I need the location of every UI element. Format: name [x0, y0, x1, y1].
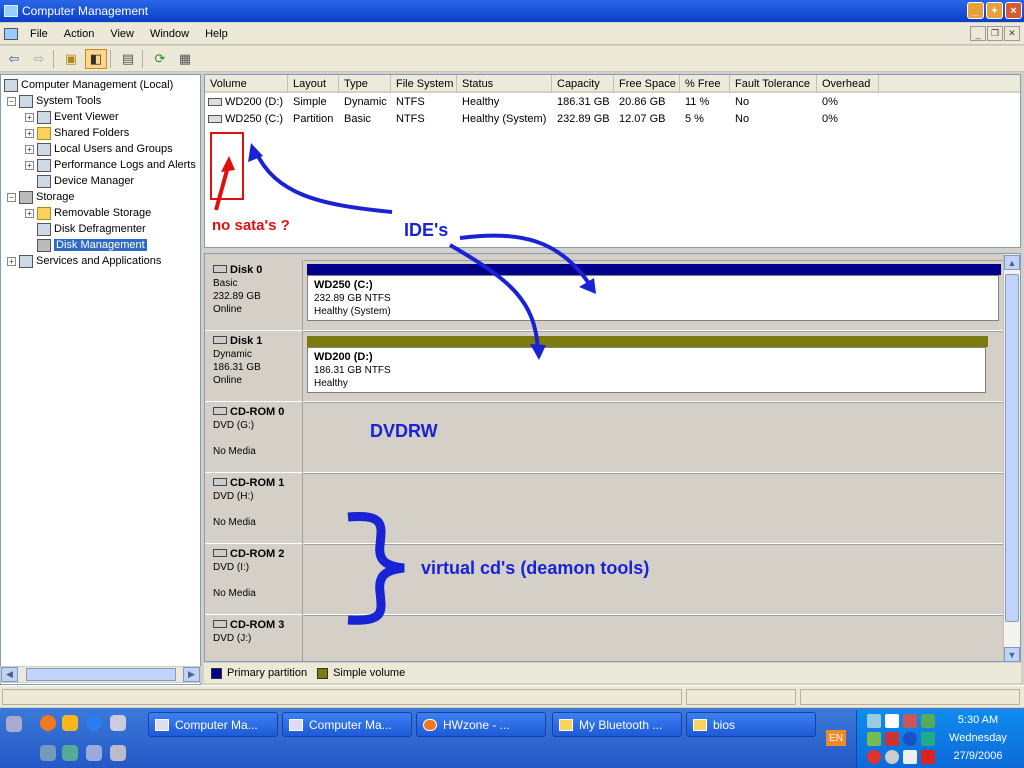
tray-icon-4[interactable] [921, 714, 935, 728]
blue-arrow-right [459, 233, 592, 287]
taskbar-item-bluetooth[interactable]: My Bluetooth ... [552, 712, 682, 737]
quicklaunch-icon-2[interactable] [62, 715, 78, 731]
annotation-dvdrw: DVDRW [370, 421, 438, 441]
annotation-no-sata: no sata's ? [212, 217, 290, 234]
taskbar-item-bios[interactable]: bios [686, 712, 816, 737]
tray-icon-9[interactable] [867, 750, 881, 764]
blue-arrow-down [448, 243, 540, 351]
tray-icon-3[interactable] [903, 714, 917, 728]
red-arrowhead [221, 156, 235, 172]
clock-time[interactable]: 5:30 AM [943, 714, 1013, 726]
quicklaunch-icon-5[interactable] [40, 745, 56, 761]
quicklaunch-icon-7[interactable] [86, 745, 102, 761]
annotation-overlay [210, 132, 596, 625]
tray-icon-10[interactable] [885, 750, 899, 764]
taskbar-item-hwzone[interactable]: HWzone - ... [416, 712, 546, 737]
show-desktop-icon[interactable] [6, 716, 22, 732]
firefox-icon [423, 718, 437, 731]
quicklaunch-icon-8[interactable] [110, 745, 126, 761]
annotation-virtual-cds: virtual cd's (deamon tools) [421, 558, 650, 578]
system-tray: 5:30 AM Wednesday 27/9/2006 [856, 710, 1024, 768]
computer-icon [155, 718, 169, 731]
firefox-icon[interactable] [40, 715, 56, 731]
bluetooth-icon[interactable] [903, 732, 917, 746]
blue-arrow-up [253, 149, 393, 214]
computer-icon [289, 718, 303, 731]
tray-icon-5[interactable] [867, 732, 881, 746]
blue-brace [347, 512, 405, 625]
taskbar-item-computer-management-1[interactable]: Computer Ma... [148, 712, 278, 737]
folder-icon [559, 718, 573, 731]
blue-arrowhead-down [530, 344, 546, 360]
quicklaunch-icon-4[interactable] [110, 715, 126, 731]
tray-icon-12[interactable] [921, 750, 935, 764]
tray-icon-6[interactable] [885, 732, 899, 746]
tray-icon-8[interactable] [921, 732, 935, 746]
annotation-ides: IDE's [404, 220, 449, 240]
folder-icon [693, 718, 707, 731]
quicklaunch-icon-3[interactable] [86, 715, 102, 731]
tray-icon-ve[interactable] [885, 714, 899, 728]
language-indicator[interactable]: EN [826, 730, 846, 746]
taskbar: Computer Ma... Computer Ma... HWzone - .… [0, 708, 1024, 768]
clock-date: 27/9/2006 [953, 750, 1003, 762]
taskbar-item-computer-management-2[interactable]: Computer Ma... [282, 712, 412, 737]
quicklaunch-icon-6[interactable] [62, 745, 78, 761]
tray-icon-1[interactable] [867, 714, 881, 728]
clock-day: Wednesday [949, 732, 1007, 744]
tray-icon-11[interactable] [903, 750, 917, 764]
